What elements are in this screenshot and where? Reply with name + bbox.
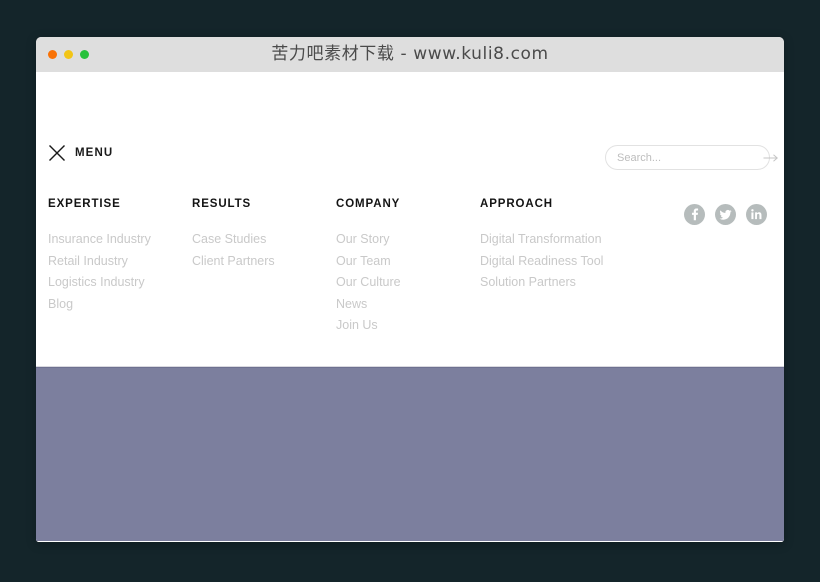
search-input[interactable] [617,152,759,164]
menu-toggle-label: MENU [75,147,113,159]
menu-toggle-button[interactable]: MENU [48,144,113,162]
menu-link[interactable]: Our Culture [336,272,480,294]
close-x-icon [48,144,66,162]
menu-link[interactable]: Digital Readiness Tool [480,251,670,273]
linkedin-link[interactable] [746,204,767,225]
browser-window: 苦力吧素材下载 - www.kuli8.com MENU EXP [36,37,784,542]
menu-column-approach: APPROACH Digital Transformation Digital … [480,198,670,337]
menu-link[interactable]: Client Partners [192,251,336,273]
menu-link[interactable]: Our Story [336,229,480,251]
page-content: MENU EXPERTISE Insurance Industry Retail… [36,72,784,542]
search-box[interactable] [605,145,770,170]
column-heading: EXPERTISE [48,198,192,210]
menu-columns: EXPERTISE Insurance Industry Retail Indu… [48,198,784,337]
linkedin-icon [746,204,767,225]
menu-link[interactable]: Solution Partners [480,272,670,294]
twitter-link[interactable] [715,204,736,225]
hero-section [36,367,784,541]
arrow-right-icon[interactable] [763,153,779,163]
menu-link[interactable]: Join Us [336,315,480,337]
window-titlebar: 苦力吧素材下载 - www.kuli8.com [36,37,784,72]
column-heading: COMPANY [336,198,480,210]
menu-column-expertise: EXPERTISE Insurance Industry Retail Indu… [48,198,192,337]
social-links [684,204,767,225]
menu-link[interactable]: Case Studies [192,229,336,251]
mega-menu-panel: MENU EXPERTISE Insurance Industry Retail… [36,72,784,367]
menu-link[interactable]: Insurance Industry [48,229,192,251]
column-heading: RESULTS [192,198,336,210]
menu-link[interactable]: Logistics Industry [48,272,192,294]
facebook-icon [684,204,705,225]
column-heading: APPROACH [480,198,670,210]
menu-column-company: COMPANY Our Story Our Team Our Culture N… [336,198,480,337]
menu-link[interactable]: Digital Transformation [480,229,670,251]
menu-link[interactable]: News [336,294,480,316]
twitter-icon [715,204,736,225]
facebook-link[interactable] [684,204,705,225]
menu-link[interactable]: Retail Industry [48,251,192,273]
menu-link[interactable]: Our Team [336,251,480,273]
menu-link[interactable]: Blog [48,294,192,316]
window-title: 苦力吧素材下载 - www.kuli8.com [36,37,784,72]
menu-column-results: RESULTS Case Studies Client Partners [192,198,336,337]
